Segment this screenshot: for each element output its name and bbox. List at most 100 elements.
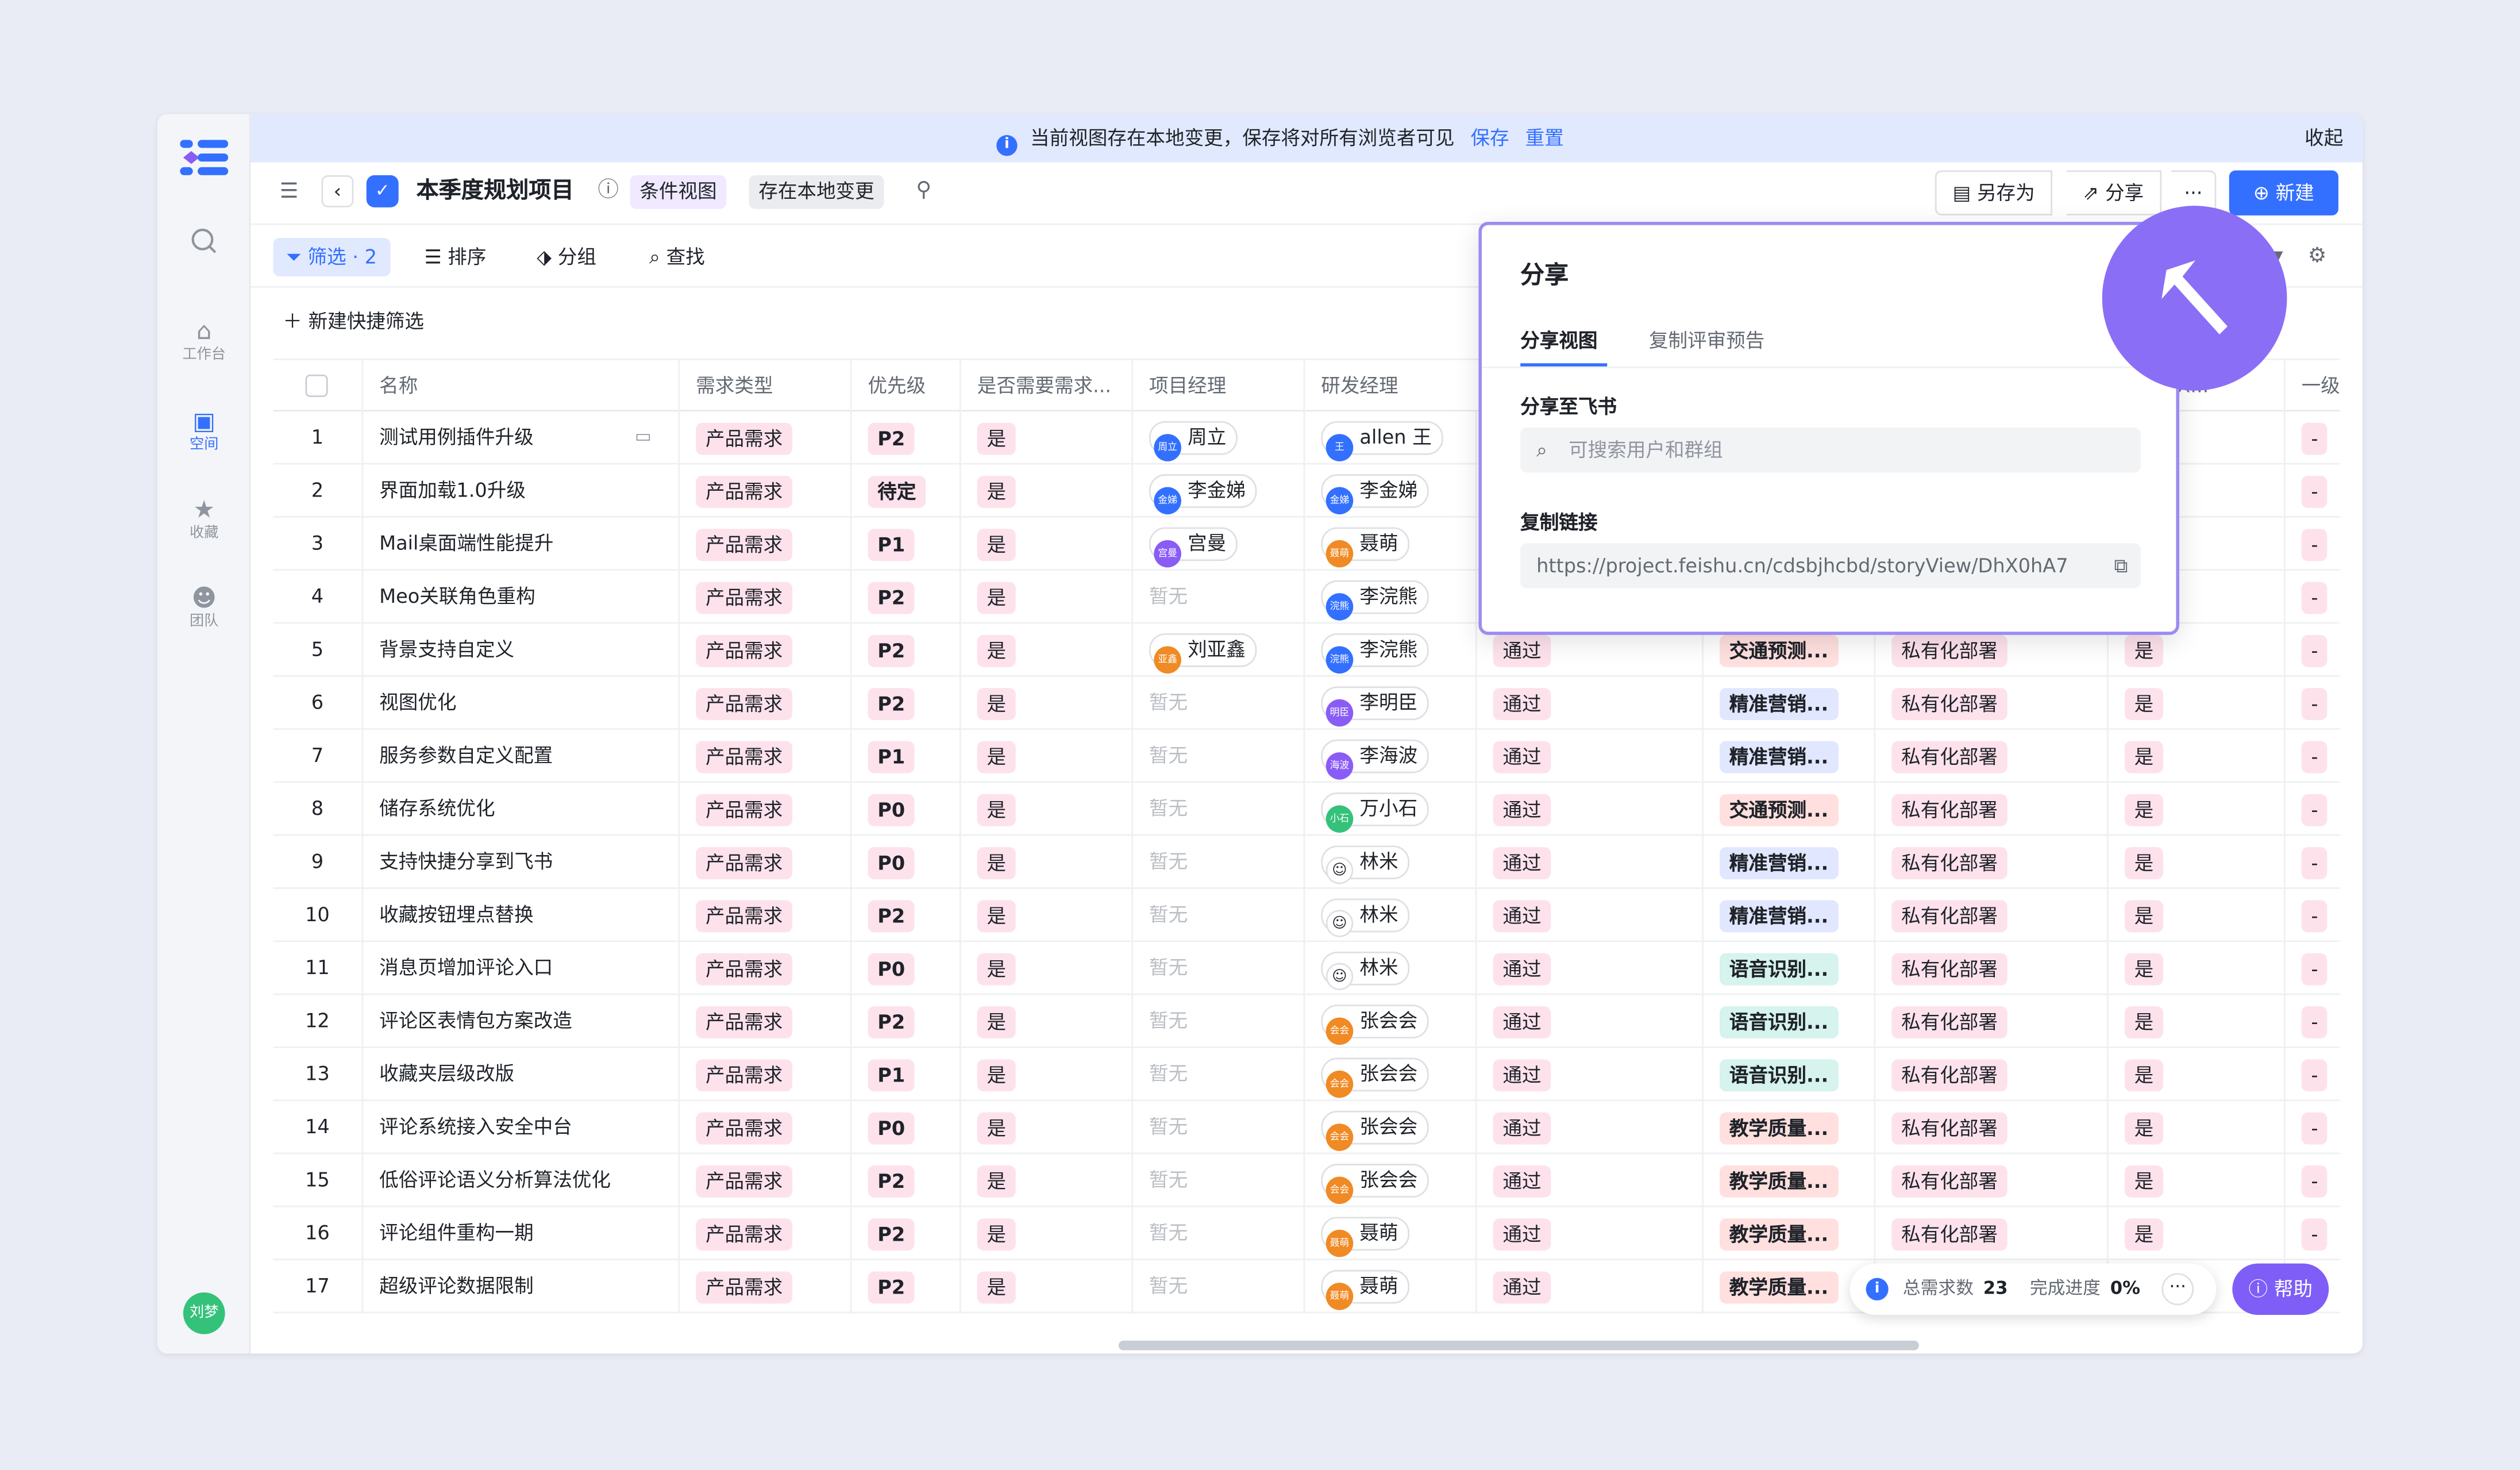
row-name[interactable]: 消息页增加评论入口	[361, 942, 678, 995]
row-priority-cell: P0	[850, 1101, 960, 1155]
table-row[interactable]: 12 评论区表情包方案改造 产品需求 P2 是 暂无 会会 张会会 通过 语音识别... 私有化部署…	[273, 995, 2340, 1048]
new-quick-filter[interactable]: ＋ 新建快捷筛选	[283, 307, 424, 336]
person-chip[interactable]: 小石 万小石	[1321, 792, 1429, 833]
col-level[interactable]: 一级	[2283, 360, 2340, 413]
help-button[interactable]: ⓘ 帮助	[2232, 1263, 2329, 1315]
person-chip[interactable]: 会会 张会会	[1321, 1164, 1429, 1205]
table-row[interactable]: 8 储存系统优化 产品需求 P0 是 暂无 小石 万小石 通过 交通预测... 私有化部署 是 -	[273, 783, 2340, 836]
collapse-button[interactable]: 收起	[2305, 114, 2343, 163]
person-chip[interactable]: 周立 周立	[1149, 421, 1238, 461]
local-change-tag[interactable]: 存在本地变更	[749, 175, 884, 209]
table-row[interactable]: 16 评论组件重构一期 产品需求 P2 是 暂无 聂萌 聂萌 通过 教学质量... 私有化部署 是 -	[273, 1207, 2340, 1261]
info-circle-icon[interactable]: ⓘ	[598, 174, 619, 209]
col-dev[interactable]: 研发经理	[1303, 360, 1475, 413]
project-icon: ✓	[366, 175, 399, 207]
horizontal-scrollbar[interactable]	[1118, 1340, 1919, 1350]
row-type-cell: 产品需求	[678, 729, 850, 783]
row-name[interactable]: 支持快捷分享到飞书	[361, 836, 678, 889]
row-name[interactable]: 超级评论数据限制	[361, 1260, 678, 1314]
person-chip[interactable]: 浣熊 李浣熊	[1321, 580, 1429, 621]
row-name[interactable]: 背景支持自定义	[361, 624, 678, 677]
col-name[interactable]: 名称	[361, 360, 678, 413]
user-avatar[interactable]: 刘梦	[183, 1292, 225, 1334]
table-row[interactable]: 10 收藏按钮埋点替换 产品需求 P2 是 暂无 ☺ 林米 通过 精准营销... 私有化部署 是 -	[273, 888, 2340, 942]
save-link[interactable]: 保存	[1470, 127, 1509, 149]
row-name[interactable]: 评论区表情包方案改造	[361, 995, 678, 1048]
row-level-cell: -	[2283, 942, 2340, 995]
person-chip[interactable]: 海波 李海波	[1321, 739, 1429, 780]
reset-link[interactable]: 重置	[1525, 127, 1564, 149]
sort-button[interactable]: ☰ 排序	[411, 238, 499, 276]
biz-pill: 精准营销...	[1720, 899, 1839, 932]
person-chip[interactable]: 会会 张会会	[1321, 1057, 1429, 1098]
sidebar-item-workbench[interactable]: ⌂ 工作台	[157, 317, 251, 365]
person-chip[interactable]: 浣熊 李浣熊	[1321, 633, 1429, 674]
person-chip[interactable]: 金娣 李金娣	[1149, 474, 1257, 515]
person-chip[interactable]: 亚鑫 刘亚鑫	[1149, 633, 1257, 674]
col-pm[interactable]: 项目经理	[1131, 360, 1303, 413]
row-name[interactable]: Meo关联角色重构	[361, 571, 678, 624]
person-chip[interactable]: ☺ 林米	[1321, 898, 1410, 937]
col-priority[interactable]: 优先级	[850, 360, 960, 413]
table-row[interactable]: 7 服务参数自定义配置 产品需求 P1 是 暂无 海波 李海波 通过 精准营销... 私有化部署 是 -	[273, 729, 2340, 783]
person-chip[interactable]: 聂萌 聂萌	[1321, 1269, 1410, 1310]
person-chip[interactable]: 聂萌 聂萌	[1321, 1217, 1410, 1257]
person-chip[interactable]: 宫曼 宫曼	[1149, 527, 1238, 568]
sidebar-item-team[interactable]: ☻ 团队	[157, 583, 251, 632]
select-all-checkbox[interactable]	[273, 360, 362, 413]
col-need[interactable]: 是否需要需求...	[959, 360, 1131, 413]
more-icon[interactable]: ···	[2161, 1273, 2194, 1306]
need-pill: 是	[977, 952, 1016, 985]
col-type[interactable]: 需求类型	[678, 360, 850, 413]
tab-share-view[interactable]: 分享视图	[1520, 326, 1597, 355]
table-row[interactable]: 13 收藏夹层级改版 产品需求 P1 是 暂无 会会 张会会 通过 语音识别... 私有化部署 是 -	[273, 1048, 2340, 1102]
person-chip[interactable]: 金娣 李金娣	[1321, 474, 1429, 515]
table-row[interactable]: 14 评论系统接入安全中台 产品需求 P0 是 暂无 会会 张会会 通过 教学质量... 私有化部署…	[273, 1101, 2340, 1155]
row-pm-cell: 暂无	[1131, 1048, 1303, 1102]
link-field[interactable]: https://project.feishu.cn/cdsbjhcbd/stor…	[1520, 543, 2141, 588]
tab-copy-review[interactable]: 复制评审预告	[1649, 326, 1764, 355]
row-name[interactable]: Mail桌面端性能提升	[361, 517, 678, 571]
row-name[interactable]: 界面加载1.0升级	[361, 464, 678, 518]
sidebar-item-space[interactable]: ▣ 空间	[157, 407, 251, 455]
row-name[interactable]: 收藏按钮埋点替换	[361, 888, 678, 942]
person-chip[interactable]: 聂萌 聂萌	[1321, 527, 1410, 568]
person-chip[interactable]: ☺ 林米	[1321, 951, 1410, 991]
back-button[interactable]: ‹	[321, 175, 354, 207]
type-pill: 产品需求	[696, 475, 793, 507]
biz-pill: 教学质量...	[1720, 1271, 1839, 1303]
conditional-view-tag[interactable]: 条件视图	[630, 175, 727, 209]
table-row[interactable]: 11 消息页增加评论入口 产品需求 P0 是 暂无 ☺ 林米 通过 语音识别... 私有化部署 是 -	[273, 942, 2340, 995]
comment-icon[interactable]: ▭	[635, 420, 652, 455]
save-as-button[interactable]: ▤ 另存为	[1935, 170, 2053, 216]
table-row[interactable]: 6 视图优化 产品需求 P2 是 暂无 明臣 李明臣 通过 精准营销... 私有化部署 是 -	[273, 676, 2340, 730]
table-row[interactable]: 9 支持快捷分享到飞书 产品需求 P0 是 暂无 ☺ 林米 通过 精准营销... 私有化部署 是 -	[273, 836, 2340, 889]
person-chip[interactable]: 王 allen 王	[1321, 421, 1443, 461]
row-name[interactable]: 低俗评论语义分析算法优化	[361, 1154, 678, 1207]
pin-icon[interactable]: ⚲	[916, 174, 931, 209]
person-avatar: 宫曼	[1154, 540, 1181, 568]
row-name[interactable]: 视图优化	[361, 676, 678, 730]
row-name[interactable]: 服务参数自定义配置	[361, 729, 678, 783]
person-chip[interactable]: ☺ 林米	[1321, 845, 1410, 884]
row-number: 7	[311, 744, 324, 767]
settings-gear-icon[interactable]: ⚙	[2308, 240, 2327, 275]
filter-button[interactable]: ⏷ 筛选 · 2	[273, 237, 390, 277]
person-chip[interactable]: 明臣 李明臣	[1321, 686, 1429, 727]
sidebar-toggle-icon[interactable]: ☰	[280, 175, 299, 211]
table-row[interactable]: 15 低俗评论语义分析算法优化 产品需求 P2 是 暂无 会会 张会会 通过 教学质量... 私有化…	[273, 1154, 2340, 1207]
find-button[interactable]: ⌕ 查找	[637, 238, 718, 276]
group-button[interactable]: ⬗ 分组	[524, 238, 609, 276]
row-name[interactable]: 评论组件重构一期	[361, 1207, 678, 1261]
copy-icon[interactable]: ⧉	[2114, 543, 2128, 588]
person-chip[interactable]: 会会 张会会	[1321, 1005, 1429, 1045]
row-name[interactable]: 评论系统接入安全中台	[361, 1101, 678, 1155]
row-ox-cell: 是	[2107, 1048, 2284, 1102]
sidebar-item-favorites[interactable]: ★ 收藏	[157, 495, 251, 544]
row-name[interactable]: 储存系统优化	[361, 783, 678, 836]
person-chip[interactable]: 会会 张会会	[1321, 1110, 1429, 1151]
row-name[interactable]: 收藏夹层级改版	[361, 1048, 678, 1102]
user-search-input[interactable]: ⌕ 可搜索用户和群组	[1520, 428, 2141, 473]
row-name[interactable]: 测试用例插件升级	[361, 411, 678, 465]
search-icon[interactable]	[157, 226, 251, 262]
